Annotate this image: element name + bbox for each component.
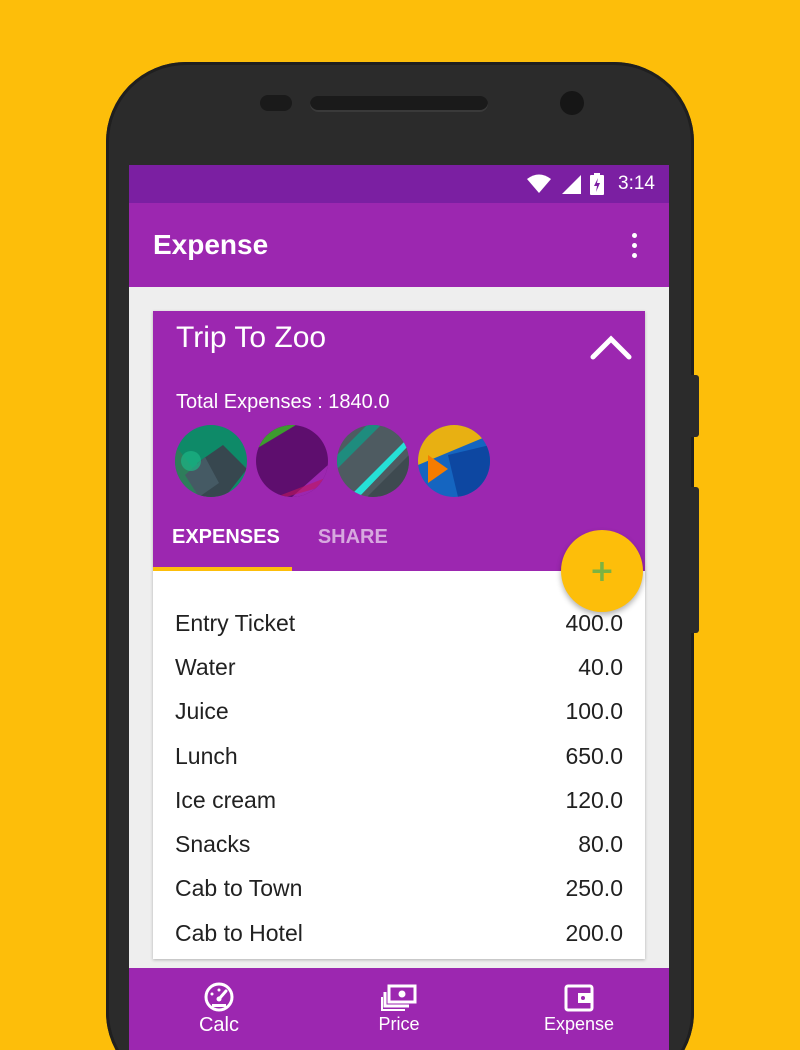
total-expenses: Total Expenses : 1840.0 bbox=[176, 391, 390, 413]
list-item[interactable]: Juice 100.0 bbox=[153, 690, 645, 734]
phone-sensor bbox=[260, 95, 292, 111]
battery-charging-icon bbox=[590, 173, 605, 195]
expense-name: Entry Ticket bbox=[175, 609, 296, 636]
app-screen: 3:14 Expense Trip To Zoo Total Expenses … bbox=[129, 165, 669, 1050]
member-avatars bbox=[175, 425, 490, 497]
expense-amount: 80.0 bbox=[578, 831, 623, 858]
plus-icon: + bbox=[589, 553, 615, 589]
expense-name: Cab to Town bbox=[175, 875, 303, 902]
wifi-icon bbox=[527, 174, 552, 193]
tab-expenses[interactable]: EXPENSES bbox=[153, 521, 299, 571]
bottom-navigation: Calc Price Expense bbox=[129, 968, 669, 1050]
status-bar: 3:14 bbox=[129, 165, 669, 203]
cell-signal-icon bbox=[562, 175, 582, 194]
list-item[interactable]: Water 40.0 bbox=[153, 645, 645, 689]
add-expense-button[interactable]: + bbox=[561, 530, 643, 612]
nav-label-price: Price bbox=[378, 1013, 420, 1034]
trip-title: Trip To Zoo bbox=[176, 321, 327, 354]
speedometer-icon bbox=[204, 982, 234, 1011]
trip-card-header: Trip To Zoo Total Expenses : 1840.0 EXPE… bbox=[153, 311, 645, 571]
avatar[interactable] bbox=[418, 425, 490, 497]
nav-item-price[interactable]: Price bbox=[309, 968, 489, 1050]
avatar[interactable] bbox=[175, 425, 247, 497]
list-item[interactable]: Snacks 80.0 bbox=[153, 822, 645, 866]
expense-name: Cab to Hotel bbox=[175, 919, 303, 946]
list-item[interactable]: Cab to Town 250.0 bbox=[153, 867, 645, 911]
trip-tabs: EXPENSES SHARE bbox=[153, 521, 407, 571]
expense-amount: 650.0 bbox=[565, 742, 623, 769]
phone-volume-button bbox=[691, 487, 699, 633]
nav-item-expense[interactable]: Expense bbox=[489, 968, 669, 1050]
expense-amount: 250.0 bbox=[565, 875, 623, 902]
expense-amount: 400.0 bbox=[565, 609, 623, 636]
nav-label-expense: Expense bbox=[543, 1013, 615, 1034]
expense-name: Lunch bbox=[175, 742, 238, 769]
status-time: 3:14 bbox=[618, 173, 655, 194]
nav-item-calc[interactable]: Calc bbox=[129, 968, 309, 1050]
tab-share-label: SHARE bbox=[317, 526, 388, 548]
tab-indicator bbox=[153, 567, 292, 571]
money-stack-icon bbox=[381, 984, 417, 1011]
wallet-icon bbox=[564, 984, 594, 1011]
nav-label-calc: Calc bbox=[198, 1013, 239, 1036]
list-item[interactable]: Ice cream 120.0 bbox=[153, 778, 645, 822]
app-bar: Expense bbox=[129, 203, 669, 287]
expense-name: Juice bbox=[175, 698, 229, 725]
list-item[interactable]: Cab to Hotel 200.0 bbox=[153, 911, 645, 955]
chevron-up-icon[interactable] bbox=[589, 329, 633, 363]
phone-side-button bbox=[691, 375, 699, 437]
trip-card: Trip To Zoo Total Expenses : 1840.0 EXPE… bbox=[153, 311, 645, 959]
expense-name: Snacks bbox=[175, 831, 251, 858]
expense-amount: 200.0 bbox=[565, 919, 623, 946]
expense-name: Water bbox=[175, 653, 236, 680]
overflow-menu-icon[interactable] bbox=[624, 229, 645, 262]
expense-amount: 100.0 bbox=[565, 698, 623, 725]
expense-list: Entry Ticket 400.0 Water 40.0 Juice 100.0 Lunc… bbox=[153, 601, 645, 955]
phone-speaker bbox=[310, 96, 488, 112]
app-title: Expense bbox=[153, 229, 269, 260]
phone-camera bbox=[560, 91, 584, 115]
avatar[interactable] bbox=[337, 425, 409, 497]
expense-name: Ice cream bbox=[175, 786, 276, 813]
expense-amount: 40.0 bbox=[578, 653, 623, 680]
tab-expenses-label: EXPENSES bbox=[172, 526, 280, 548]
tab-share[interactable]: SHARE bbox=[299, 521, 407, 571]
list-item[interactable]: Entry Ticket 400.0 bbox=[153, 601, 645, 645]
avatar[interactable] bbox=[256, 425, 328, 497]
expense-amount: 120.0 bbox=[565, 786, 623, 813]
list-item[interactable]: Lunch 650.0 bbox=[153, 734, 645, 778]
